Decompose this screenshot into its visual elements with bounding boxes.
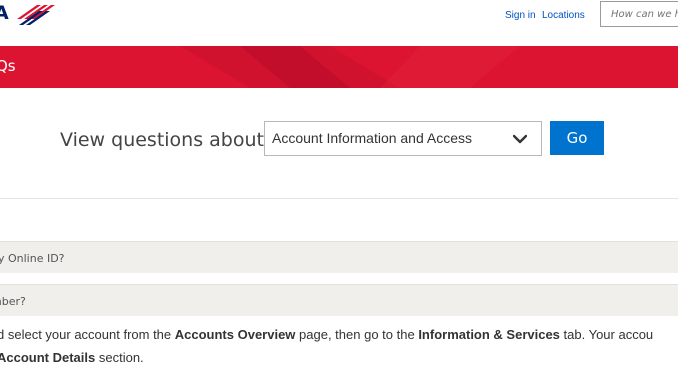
faq-question-account-number[interactable]: mber? bbox=[0, 284, 678, 316]
go-button[interactable]: Go bbox=[550, 121, 604, 155]
answer-text: tab. Your accou bbox=[559, 327, 654, 342]
faq-answer-line: Account Details section. bbox=[0, 350, 144, 365]
locations-link[interactable]: Locations bbox=[542, 10, 585, 21]
topic-select[interactable]: Account Information and Access bbox=[264, 121, 542, 156]
faq-answer-line: d select your account from the Accounts … bbox=[0, 327, 653, 342]
search-input[interactable] bbox=[600, 1, 678, 27]
answer-emphasis: Information & Services bbox=[418, 327, 560, 342]
chevron-down-icon bbox=[513, 134, 527, 144]
answer-text: section. bbox=[95, 350, 144, 365]
page-title: Qs bbox=[0, 57, 16, 75]
site-header: A Sign in Locations bbox=[0, 0, 678, 46]
answer-emphasis: Account Details bbox=[0, 350, 96, 365]
answer-text: d select your account from the bbox=[0, 327, 175, 342]
topic-select-value: Account Information and Access bbox=[272, 130, 472, 146]
banner-pattern bbox=[180, 46, 520, 88]
answer-emphasis: Accounts Overview bbox=[174, 327, 296, 342]
divider bbox=[0, 198, 678, 199]
flag-logo-icon bbox=[17, 5, 55, 25]
faq-question-text: mber? bbox=[0, 295, 26, 308]
sign-in-link[interactable]: Sign in bbox=[505, 10, 536, 21]
faq-question-text: ny Online ID? bbox=[0, 252, 65, 265]
answer-text: page, then go to the bbox=[295, 327, 419, 342]
page-banner: Qs bbox=[0, 46, 678, 88]
view-questions-label: View questions about: bbox=[60, 129, 271, 151]
faq-question-online-id[interactable]: ny Online ID? bbox=[0, 241, 678, 273]
